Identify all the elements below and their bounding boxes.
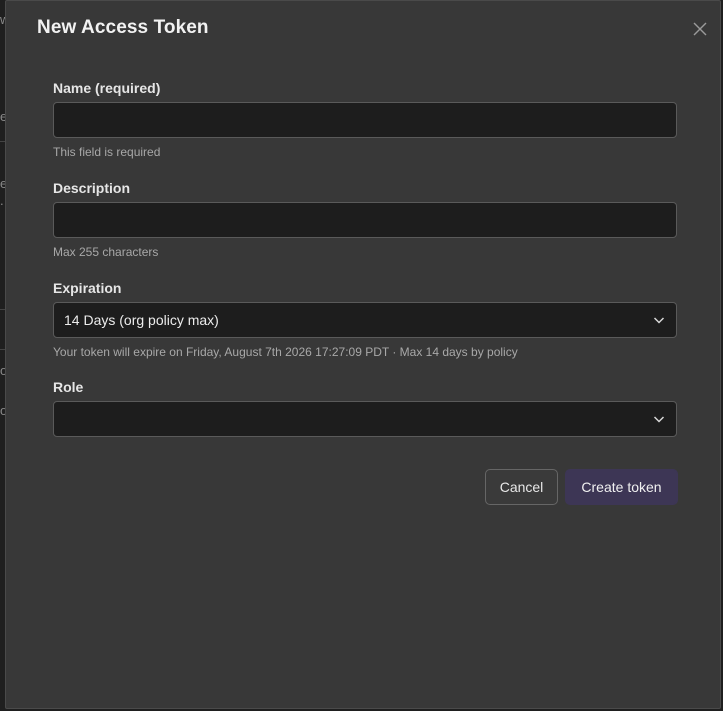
new-access-token-dialog: New Access Token Name (required) This fi… <box>5 0 721 709</box>
name-label: Name (required) <box>53 80 161 96</box>
role-select[interactable] <box>53 401 677 437</box>
chevron-down-icon <box>653 414 665 424</box>
create-token-button[interactable]: Create token <box>565 469 678 505</box>
expiration-selected-value: 14 Days (org policy max) <box>64 312 219 328</box>
cancel-button[interactable]: Cancel <box>485 469 558 505</box>
close-button[interactable] <box>690 19 710 39</box>
expiration-helper-text: Your token will expire on Friday, August… <box>53 345 518 359</box>
close-icon <box>693 22 707 36</box>
description-input[interactable] <box>53 202 677 238</box>
name-helper-text: This field is required <box>53 145 161 159</box>
dialog-title: New Access Token <box>37 17 209 38</box>
chevron-down-icon <box>653 315 665 325</box>
expiration-label: Expiration <box>53 280 122 296</box>
description-helper-text: Max 255 characters <box>53 245 159 259</box>
description-label: Description <box>53 180 131 196</box>
name-input[interactable] <box>53 102 677 138</box>
expiration-select[interactable]: 14 Days (org policy max) <box>53 302 677 338</box>
role-label: Role <box>53 379 84 395</box>
